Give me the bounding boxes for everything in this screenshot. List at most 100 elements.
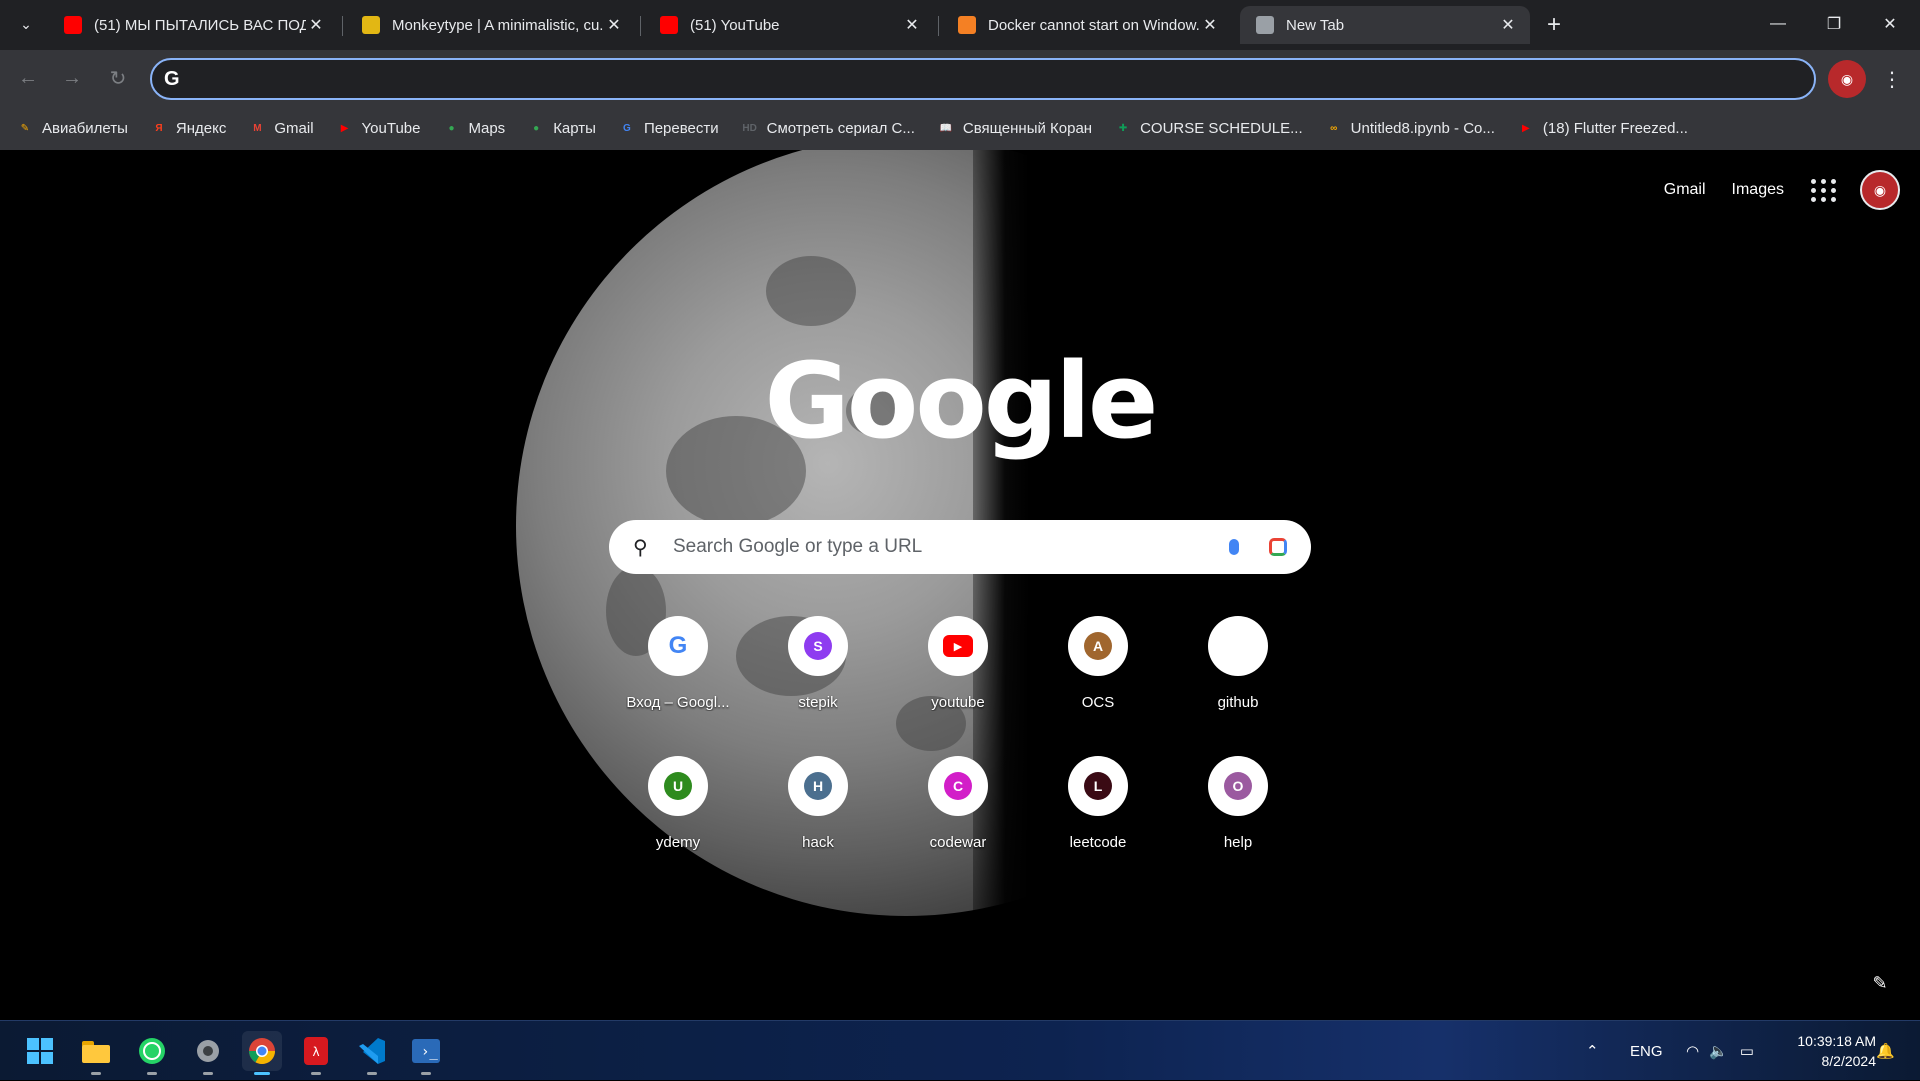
google-apps-icon[interactable] <box>1810 176 1838 204</box>
address-bar[interactable]: G <box>150 58 1816 100</box>
tab[interactable]: New Tab ✕ <box>1240 6 1530 44</box>
taskbar-settings[interactable] <box>188 1031 228 1075</box>
tab-title: (51) МЫ ПЫТАЛИСЬ ВАС ПОД... <box>94 16 306 34</box>
bookmark-item[interactable]: M Gmail <box>248 120 313 137</box>
sheets-icon: ✚ <box>1118 122 1128 134</box>
network-volume-battery-group[interactable]: ◠ 🔈 ▭ <box>1686 1021 1754 1081</box>
shortcut-letter-icon: L <box>1084 772 1112 800</box>
reload-button[interactable]: ↻ <box>102 62 134 94</box>
folder-icon <box>82 1041 110 1063</box>
profile-button[interactable]: ◉ <box>1828 60 1866 98</box>
show-hidden-icons-button[interactable]: ⌃ <box>1586 1021 1599 1081</box>
search-box[interactable]: ⚲ <box>609 520 1311 574</box>
customize-button[interactable]: ✎ <box>1865 968 1895 998</box>
shortcut-tile[interactable]: A OCS <box>1028 606 1168 726</box>
taskbar-whatsapp[interactable] <box>132 1031 172 1075</box>
tab-close-icon[interactable]: ✕ <box>604 15 624 35</box>
gmail-link[interactable]: Gmail <box>1664 181 1706 199</box>
bookmark-item[interactable]: G Перевести <box>618 120 719 137</box>
arrow-right-icon: → <box>62 66 82 89</box>
close-window-button[interactable]: ✕ <box>1862 0 1918 48</box>
bookmark-item[interactable]: Я Яндекс <box>150 120 226 137</box>
shortcut-tile[interactable]: Hhack <box>748 746 888 866</box>
tab[interactable]: (51) МЫ ПЫТАЛИСЬ ВАС ПОД... ✕ <box>48 6 338 44</box>
forward-button[interactable]: → <box>56 62 88 94</box>
youtube-icon: ▶ <box>1522 122 1530 134</box>
start-button[interactable] <box>20 1031 60 1071</box>
gmail-icon: M <box>253 122 262 134</box>
shortcut-tile[interactable]: Lleetcode <box>1028 746 1168 866</box>
tab-close-icon[interactable]: ✕ <box>1200 15 1220 35</box>
raccoon-avatar-icon: ◉ <box>1840 70 1854 87</box>
reload-icon: ↻ <box>109 67 127 90</box>
bookmark-item[interactable]: ● Maps <box>443 120 505 137</box>
taskbar-file-explorer[interactable] <box>76 1031 116 1075</box>
shortcut-letter-icon: A <box>1084 632 1112 660</box>
shortcut-icon-circle: O <box>1208 756 1268 816</box>
clock-date: 8/2/2024 <box>1821 1053 1877 1069</box>
monkeytype-icon <box>362 16 380 34</box>
restore-icon: ❐ <box>1826 16 1842 33</box>
whatsapp-icon <box>139 1038 165 1064</box>
language-indicator[interactable]: ENG <box>1630 1021 1663 1081</box>
tab-title: New Tab <box>1286 16 1345 34</box>
taskbar-chrome[interactable] <box>242 1031 282 1075</box>
bookmark-item[interactable]: ▶ YouTube <box>336 120 421 137</box>
minimize-button[interactable]: — <box>1750 0 1806 48</box>
tab[interactable]: Docker cannot start on Window... ✕ <box>942 6 1232 44</box>
back-button[interactable]: ← <box>12 62 44 94</box>
bookmark-label: Untitled8.ipynb - Co... <box>1350 119 1495 137</box>
bookmark-label: Священный Коран <box>962 119 1093 137</box>
clock[interactable]: 10:39:18 AM 8/2/2024 <box>1776 1031 1876 1071</box>
svg-text:›_: ›_ <box>421 1044 438 1060</box>
shortcut-tile[interactable]: G Вход – Googl... <box>608 606 748 726</box>
battery-charging-icon: ▭ <box>1739 1043 1754 1060</box>
bookmark-item[interactable]: ✚ COURSE SCHEDULE... <box>1114 120 1303 137</box>
bookmark-item[interactable]: ▶ (18) Flutter Freezed... <box>1517 120 1688 137</box>
google-logo: Google <box>764 340 1159 462</box>
restore-button[interactable]: ❐ <box>1806 0 1862 48</box>
notifications-button[interactable]: 🔔 <box>1876 1021 1895 1081</box>
shortcut-tile[interactable]: Uydemy <box>608 746 748 866</box>
tab-search-button[interactable]: ⌄ <box>12 10 40 38</box>
search-input[interactable] <box>663 536 1211 558</box>
images-link[interactable]: Images <box>1732 181 1784 199</box>
chevron-down-icon: ⌄ <box>20 15 32 32</box>
tab[interactable]: (51) YouTube ✕ <box>644 6 934 44</box>
tab-close-icon[interactable]: ✕ <box>1498 15 1518 35</box>
bookmark-item[interactable]: ✎ Авиабилеты <box>16 120 128 137</box>
chrome-menu-button[interactable]: ⋮ <box>1880 64 1904 94</box>
bookmark-item[interactable]: ∞ Untitled8.ipynb - Co... <box>1325 120 1495 137</box>
lens-search-button[interactable] <box>1263 532 1293 562</box>
shortcut-tile[interactable]: Ccodewar <box>888 746 1028 866</box>
taskbar-vscode[interactable] <box>352 1031 392 1075</box>
account-avatar[interactable]: ◉ <box>1860 170 1900 210</box>
shortcut-icon-circle: H <box>788 756 848 816</box>
colab-icon: ∞ <box>1330 122 1338 134</box>
tab[interactable]: Monkeytype | A minimalistic, cu... ✕ <box>346 6 636 44</box>
new-tab-button[interactable]: + <box>1540 11 1568 39</box>
bookmark-item[interactable]: ● Карты <box>527 120 596 137</box>
taskbar-acrobat[interactable]: λ <box>296 1031 336 1075</box>
tab-close-icon[interactable]: ✕ <box>902 15 922 35</box>
shortcut-letter-icon: O <box>1224 772 1252 800</box>
shortcut-icon-circle <box>1208 616 1268 676</box>
bookmarks-bar: ✎ Авиабилеты Я Яндекс M Gmail ▶ YouTube ● Maps ● Ка… <box>0 106 1920 150</box>
shortcut-tile[interactable]: ▶ youtube <box>888 606 1028 726</box>
bookmark-label: Авиабилеты <box>42 119 128 137</box>
terminal-icon: ›_ <box>412 1039 440 1063</box>
windows-taskbar: λ ›_ ⌃ ENG ◠ 🔈 ▭ 10:39:18 AM 8/2/2024 🔔 <box>0 1020 1920 1080</box>
shortcut-tile[interactable]: github <box>1168 606 1308 726</box>
tab-close-icon[interactable]: ✕ <box>306 15 326 35</box>
taskbar-powershell[interactable]: ›_ <box>406 1031 446 1075</box>
microphone-icon <box>1229 539 1239 555</box>
shortcut-tile[interactable]: Sstepik <box>748 606 888 726</box>
bookmark-label: Gmail <box>274 119 314 137</box>
shortcut-label: ydemy <box>655 834 701 851</box>
plus-icon: + <box>1546 11 1561 38</box>
clock-time: 10:39:18 AM <box>1797 1033 1876 1049</box>
shortcut-tile[interactable]: Ohelp <box>1168 746 1308 866</box>
voice-search-button[interactable] <box>1219 532 1249 562</box>
bookmark-item[interactable]: HD Смотреть сериал С... <box>741 120 914 137</box>
bookmark-item[interactable]: 📖 Священный Коран <box>937 120 1092 137</box>
